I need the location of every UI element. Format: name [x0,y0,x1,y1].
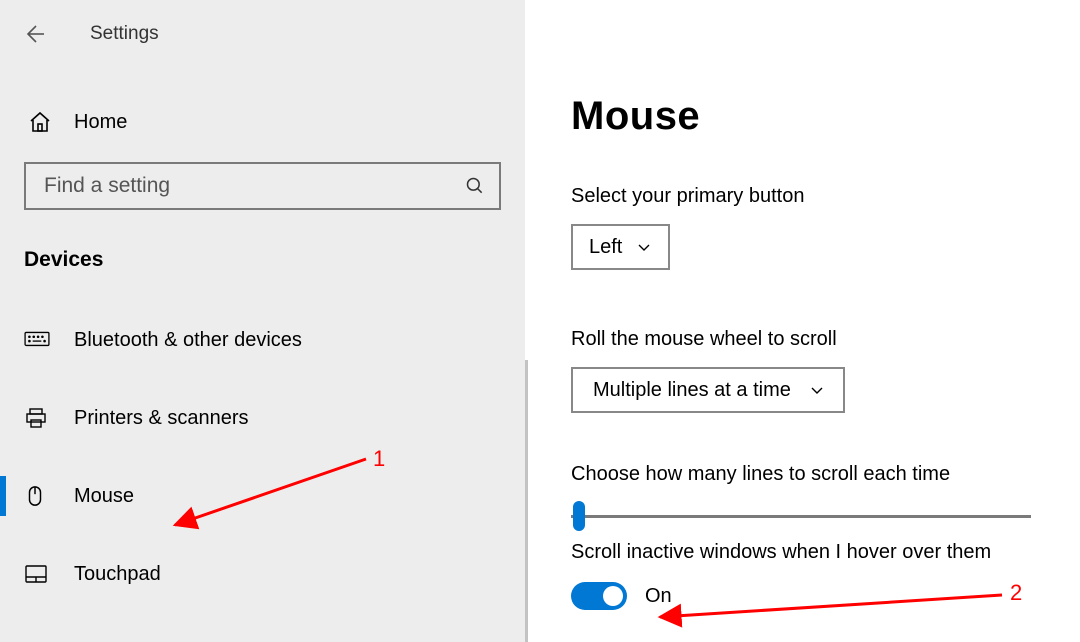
sidebar-item-mouse[interactable]: Mouse [0,464,525,528]
lines-slider[interactable] [571,506,1031,509]
slider-track [571,515,1031,518]
nav-label: Bluetooth & other devices [74,329,302,352]
annotation-label-1: 1 [373,446,385,472]
header-row: Settings [0,0,525,50]
primary-button-label: Select your primary button [571,185,1040,208]
slider-thumb[interactable] [573,501,585,531]
sidebar-item-printers[interactable]: Printers & scanners [0,386,525,450]
nav-label: Printers & scanners [74,407,249,430]
window-title: Settings [90,23,159,45]
search-icon [465,175,487,197]
search-input[interactable]: Find a setting [24,162,501,210]
printer-icon [24,406,54,430]
select-value: Multiple lines at a time [593,379,791,402]
main-content: Mouse Select your primary button Left Ro… [525,0,1080,642]
home-label: Home [74,111,127,134]
touchpad-icon [24,564,54,584]
sidebar: Settings Home Find a setting Devices [0,0,525,642]
roll-select[interactable]: Multiple lines at a time [571,367,845,413]
scrollbar[interactable] [525,360,528,642]
back-icon[interactable] [22,18,60,50]
nav-label: Touchpad [74,563,161,586]
hover-label: Scroll inactive windows when I hover ove… [571,541,1040,564]
primary-button-select[interactable]: Left [571,224,670,270]
lines-label: Choose how many lines to scroll each tim… [571,463,1040,486]
hover-toggle[interactable] [571,582,627,610]
annotation-label-2: 2 [1010,580,1022,606]
search-placeholder: Find a setting [44,174,170,198]
sidebar-item-home[interactable]: Home [0,110,525,134]
sidebar-item-touchpad[interactable]: Touchpad [0,542,525,606]
select-value: Left [589,236,622,259]
page-title: Mouse [571,94,1040,139]
keyboard-icon [24,331,54,349]
mouse-icon [24,484,54,508]
nav-label: Mouse [74,485,134,508]
chevron-down-icon [809,381,827,399]
home-icon [28,110,54,134]
hover-toggle-row: On [571,582,1040,610]
sidebar-section-header: Devices [0,248,525,272]
toggle-state-label: On [645,585,672,608]
search-row: Find a setting [0,162,525,210]
chevron-down-icon [636,238,654,256]
sidebar-item-bluetooth[interactable]: Bluetooth & other devices [0,308,525,372]
roll-label: Roll the mouse wheel to scroll [571,328,1040,351]
sidebar-nav: Bluetooth & other devices Printers & sca… [0,308,525,606]
toggle-knob [603,586,623,606]
